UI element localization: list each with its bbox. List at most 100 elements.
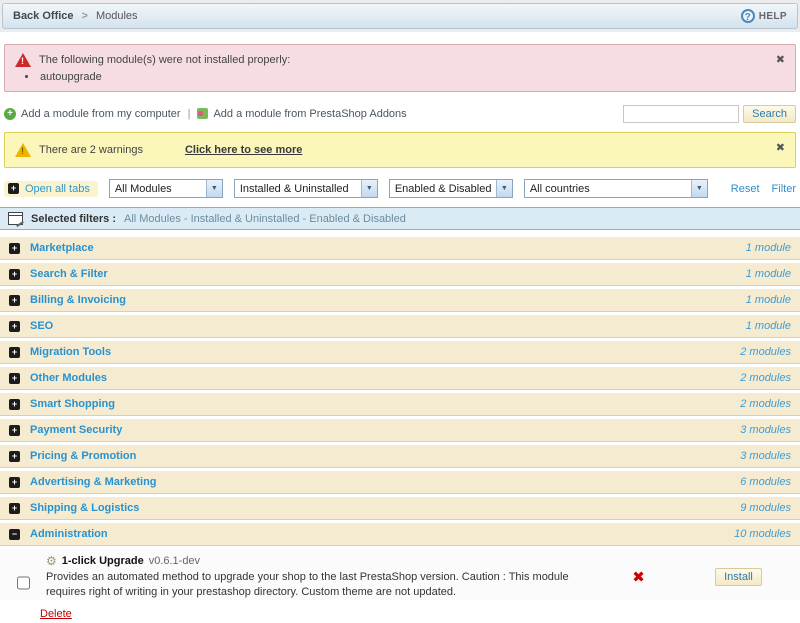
category-label: Shipping & Logistics (30, 502, 140, 514)
delete-link[interactable]: Delete (40, 608, 72, 620)
gear-icon: ⚙ (46, 554, 57, 568)
prestashop-addons-icon (197, 108, 209, 119)
filter-select-modules-value: All Modules (114, 182, 172, 195)
category-label: Payment Security (30, 424, 123, 436)
filter-select-installed-value: Installed & Uninstalled (239, 182, 349, 195)
category-module-count: 1 module (745, 242, 791, 254)
filter-select-modules[interactable]: All Modules ▼ (108, 179, 223, 198)
toggle-category-icon[interactable]: − (9, 528, 20, 540)
expand-all-icon: + (8, 183, 19, 194)
category-list: + Marketplace 1 module + Search & Filter… (0, 237, 800, 546)
reset-button[interactable]: Reset (731, 183, 760, 195)
category-row[interactable]: + Marketplace 1 module (0, 237, 800, 260)
warning-message: There are 2 warnings (39, 144, 143, 156)
category-row[interactable]: + Migration Tools 2 modules (0, 341, 800, 364)
category-row[interactable]: + Shipping & Logistics 9 modules (0, 497, 800, 520)
category-module-count: 10 modules (734, 528, 791, 540)
toggle-category-icon[interactable]: + (9, 502, 20, 514)
install-button[interactable]: Install (715, 567, 762, 586)
toggle-category-icon[interactable]: + (9, 346, 20, 358)
category-label: Smart Shopping (30, 398, 115, 410)
toggle-category-icon[interactable]: + (9, 372, 20, 384)
link-separator: | (187, 107, 191, 120)
toggle-category-icon[interactable]: + (9, 294, 20, 306)
toggle-category-icon[interactable]: + (9, 268, 20, 280)
toggle-category-icon[interactable]: + (9, 320, 20, 332)
category-label: Marketplace (30, 242, 94, 254)
add-module-from-computer-label: Add a module from my computer (21, 107, 181, 120)
category-row[interactable]: + Pricing & Promotion 3 modules (0, 445, 800, 468)
help-question-icon: ? (740, 9, 755, 23)
module-description: Provides an automated method to upgrade … (46, 571, 569, 598)
category-row[interactable]: + Other Modules 2 modules (0, 367, 800, 390)
filter-select-countries[interactable]: All countries ▼ (523, 179, 708, 198)
toggle-category-icon[interactable]: + (9, 398, 20, 410)
toggle-category-icon[interactable]: + (9, 450, 20, 462)
filter-button[interactable]: Filter (772, 183, 796, 195)
category-row[interactable]: + Billing & Invoicing 1 module (0, 289, 800, 312)
header-bar: Back Office > Modules ? HELP (2, 3, 798, 29)
filter-select-enabled[interactable]: Enabled & Disabled ▼ (388, 179, 513, 198)
category-row[interactable]: + SEO 1 module (0, 315, 800, 338)
category-label: Administration (30, 528, 108, 540)
error-warning-icon: ! (15, 53, 31, 67)
filter-select-installed[interactable]: Installed & Uninstalled ▼ (233, 179, 378, 198)
module-search-zone: Search (623, 104, 796, 123)
category-label: Pricing & Promotion (30, 450, 137, 462)
error-message: The following module(s) were not install… (39, 54, 291, 66)
module-title: 1-click Upgrade (61, 555, 144, 567)
module-search-button[interactable]: Search (743, 104, 796, 123)
category-label: Other Modules (30, 372, 108, 384)
chevron-down-icon: ▼ (495, 180, 512, 197)
category-module-count: 2 modules (740, 372, 791, 384)
breadcrumb: Back Office > Modules (13, 10, 138, 22)
filter-row: + Open all tabs All Modules ▼ Installed … (4, 178, 796, 199)
toggle-category-icon[interactable]: + (9, 424, 20, 436)
toggle-category-icon[interactable]: + (9, 242, 20, 254)
breadcrumb-back-office[interactable]: Back Office (13, 10, 74, 22)
error-module-list: autoupgrade (25, 71, 769, 83)
category-row[interactable]: + Smart Shopping 2 modules (0, 393, 800, 416)
open-all-tabs-label: Open all tabs (25, 182, 90, 195)
add-module-row: + Add a module from my computer | Add a … (4, 103, 796, 124)
module-status-error-icon: ✖ (632, 568, 645, 586)
error-banner: ✖ ! The following module(s) were not ins… (4, 44, 796, 92)
category-row[interactable]: + Advertising & Marketing 6 modules (0, 471, 800, 494)
add-module-from-addons-label: Add a module from PrestaShop Addons (213, 107, 407, 120)
module-search-input[interactable] (623, 104, 740, 123)
add-module-from-computer-link[interactable]: + Add a module from my computer (4, 107, 181, 120)
toggle-category-icon[interactable]: + (9, 476, 20, 488)
filter-select-countries-value: All countries (529, 182, 590, 195)
category-label: Billing & Invoicing (30, 294, 126, 306)
top-strip: Back Office > Modules ? HELP (0, 0, 800, 32)
chevron-down-icon: ▼ (690, 180, 707, 197)
help-button[interactable]: ? HELP (740, 9, 787, 23)
category-label: SEO (30, 320, 54, 332)
module-select-checkbox[interactable] (16, 566, 30, 600)
category-label: Migration Tools (30, 346, 112, 358)
category-row[interactable]: − Administration 10 modules (0, 523, 800, 546)
warning-banner: ✖ ! There are 2 warnings Click here to s… (4, 132, 796, 168)
chevron-down-icon: ▼ (205, 180, 222, 197)
selected-filters-value: All Modules - Installed & Uninstalled - … (123, 212, 406, 225)
add-circle-icon: + (4, 107, 16, 120)
help-label: HELP (758, 10, 787, 22)
category-module-count: 1 module (745, 268, 791, 280)
open-all-tabs-button[interactable]: + Open all tabs (4, 180, 98, 197)
category-module-count: 3 modules (740, 450, 791, 462)
category-row[interactable]: + Payment Security 3 modules (0, 419, 800, 442)
module-version: v0.6.1-dev (148, 555, 201, 567)
category-label: Advertising & Marketing (30, 476, 157, 488)
module-row-1-click-upgrade: ⚙ 1-click Upgrade v0.6.1-dev Provides an… (0, 549, 800, 600)
filter-select-enabled-value: Enabled & Disabled (394, 182, 492, 195)
breadcrumb-separator-icon: > (81, 10, 88, 22)
warning-see-more-link[interactable]: Click here to see more (185, 144, 302, 156)
category-module-count: 1 module (745, 320, 791, 332)
error-close-icon[interactable]: ✖ (776, 53, 785, 66)
category-row[interactable]: + Search & Filter 1 module (0, 263, 800, 286)
add-module-from-addons-link[interactable]: Add a module from PrestaShop Addons (197, 107, 407, 120)
selected-filters-bar: Selected filters : All Modules - Install… (0, 207, 800, 230)
warning-close-icon[interactable]: ✖ (776, 141, 785, 154)
chevron-down-icon: ▼ (360, 180, 377, 197)
error-module-item: autoupgrade (25, 71, 769, 83)
